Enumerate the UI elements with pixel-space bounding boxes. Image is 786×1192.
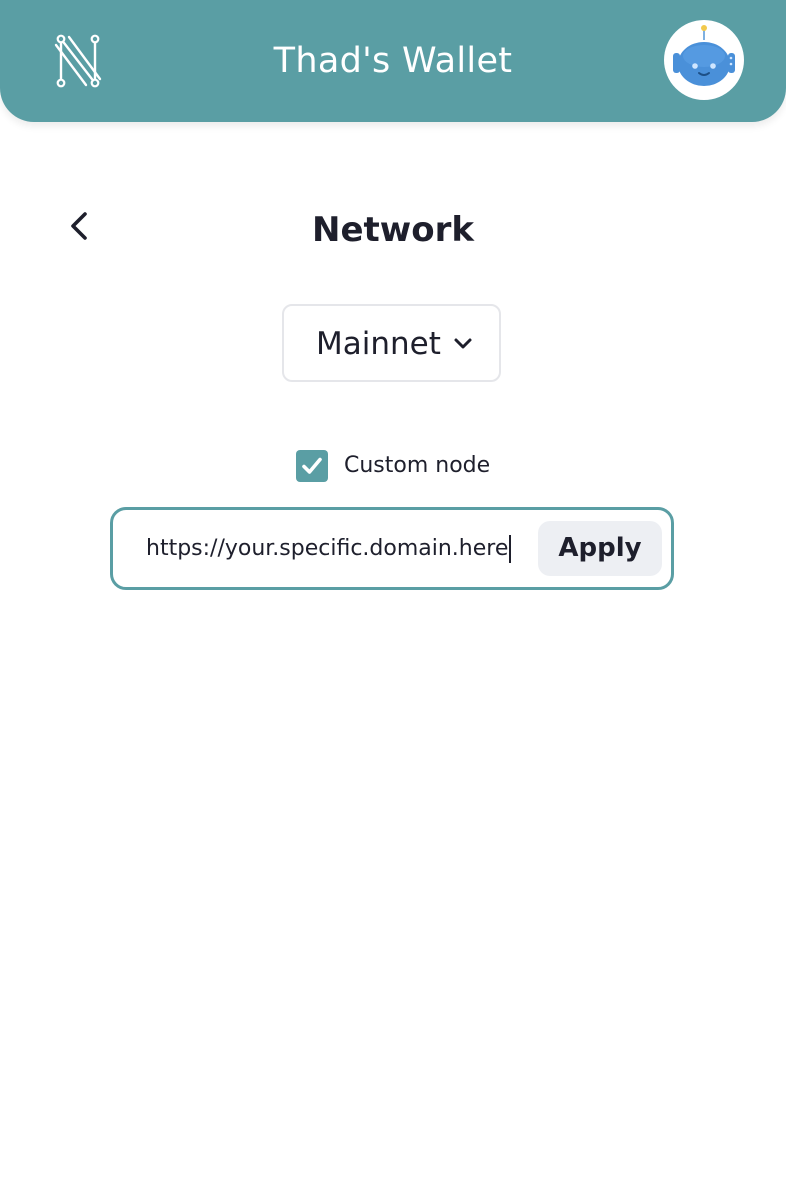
custom-node-label: Custom node <box>344 453 491 478</box>
custom-node-row: Custom node <box>296 450 556 482</box>
network-select-value: Mainnet <box>316 326 441 362</box>
checkmark-icon <box>302 457 322 474</box>
page-title: Network <box>312 210 474 250</box>
text-caret <box>509 535 512 563</box>
app-header: Thad's Wallet <box>0 0 786 122</box>
robot-avatar-icon[interactable] <box>664 20 744 100</box>
chevron-down-icon <box>454 338 472 349</box>
network-select[interactable]: Mainnet <box>282 304 501 382</box>
custom-node-url-input[interactable]: https://your.specific.domain.here <box>146 529 531 569</box>
custom-node-field: https://your.specific.domain.here Apply <box>110 507 674 590</box>
custom-node-url-value: https://your.specific.domain.here <box>146 536 509 561</box>
apply-button[interactable]: Apply <box>538 521 662 576</box>
custom-node-checkbox[interactable] <box>296 450 328 482</box>
